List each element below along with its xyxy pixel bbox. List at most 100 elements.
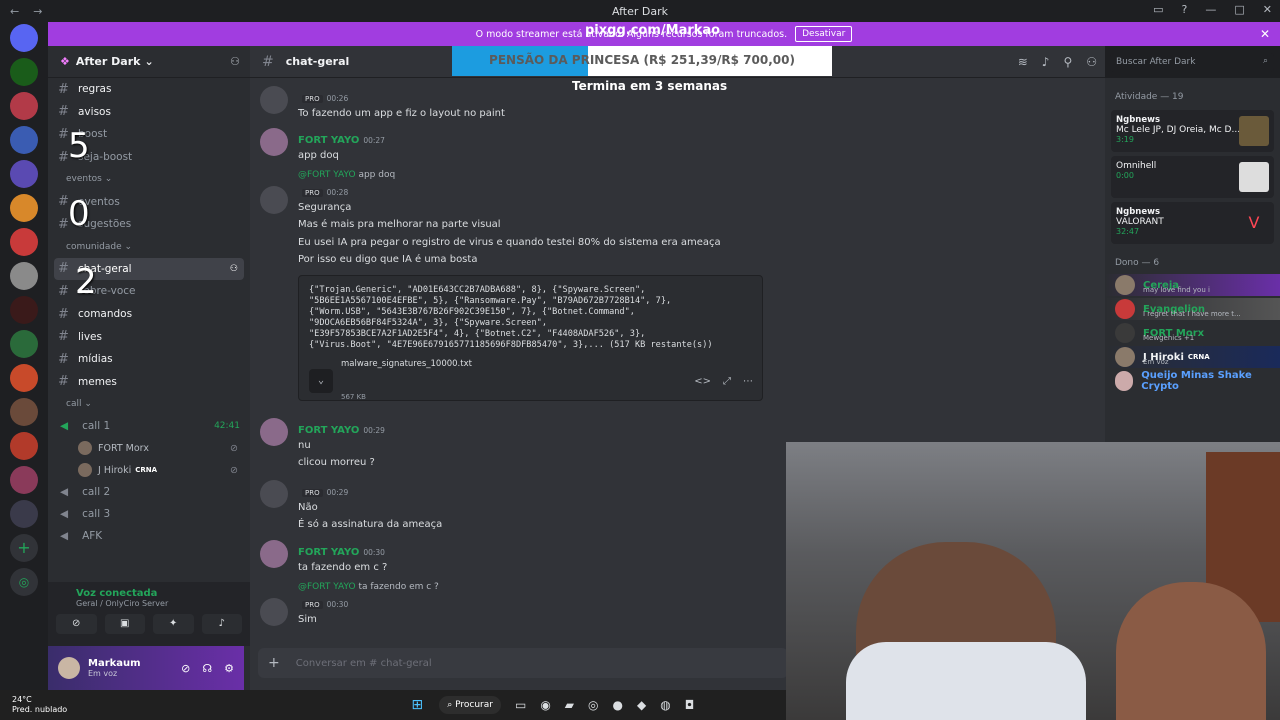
inbox-icon[interactable]: ▭ bbox=[1153, 3, 1163, 16]
username[interactable]: FORT YAYO bbox=[298, 135, 359, 146]
member-item[interactable]: Evangelion I regret that I have more t... bbox=[1105, 298, 1280, 320]
voice-channel-call-1[interactable]: ◀ call 1 42:41 bbox=[48, 415, 250, 437]
category-eventos[interactable]: eventos ⌄ bbox=[48, 168, 250, 190]
discord-icon[interactable]: ◆ bbox=[637, 698, 646, 712]
avatar[interactable] bbox=[260, 540, 288, 568]
reply-reference[interactable]: @FORT YAYO ta fazendo em c ? bbox=[298, 582, 439, 592]
file-name[interactable]: malware_signatures_10000.txt bbox=[341, 359, 472, 370]
taskbar-search[interactable]: ⌕ Procurar bbox=[439, 696, 501, 714]
avatar[interactable] bbox=[260, 480, 288, 508]
reply-reference[interactable]: @FORT YAYO app doq bbox=[298, 170, 721, 180]
server-icon[interactable] bbox=[10, 262, 38, 290]
avatar[interactable] bbox=[260, 598, 288, 626]
category-comunidade[interactable]: comunidade ⌄ bbox=[48, 236, 250, 258]
add-member-icon[interactable]: ⚇ bbox=[230, 264, 238, 274]
server-header[interactable]: ❖ After Dark ⌄ ⚇ bbox=[48, 46, 250, 78]
soundboard-icon[interactable]: ♪ bbox=[201, 614, 242, 634]
help-icon[interactable]: ? bbox=[1182, 3, 1188, 16]
instagram-icon[interactable]: ◘ bbox=[685, 698, 695, 712]
headset-icon[interactable]: ☊ bbox=[202, 662, 212, 675]
activity-card[interactable]: Omnihell 0:00 bbox=[1111, 156, 1274, 198]
fullscreen-icon[interactable]: ⤢ bbox=[723, 376, 731, 387]
discover-icon[interactable]: ◎ bbox=[10, 568, 38, 596]
message-input[interactable]: + Conversar em # chat-geral bbox=[258, 648, 788, 678]
voice-channel-call-3[interactable]: ◀ call 3 bbox=[48, 503, 250, 525]
threads-icon[interactable]: ≋ bbox=[1018, 55, 1028, 69]
mute-icon[interactable]: ⊘ bbox=[181, 662, 190, 675]
code-icon[interactable]: <> bbox=[694, 376, 711, 387]
pin-icon[interactable]: ⚲ bbox=[1063, 55, 1072, 69]
member-item[interactable]: Queijo Minas Shake Crypto bbox=[1105, 370, 1280, 392]
activities-icon[interactable]: ✦ bbox=[153, 614, 194, 634]
expand-icon[interactable]: ⌄ bbox=[309, 369, 333, 393]
member-item[interactable]: Cereja may love find you i bbox=[1105, 274, 1280, 296]
channel-regras[interactable]: # regras bbox=[48, 78, 250, 101]
server-icon[interactable] bbox=[10, 364, 38, 392]
channel-avisos[interactable]: # avisos bbox=[48, 101, 250, 124]
more-icon[interactable]: ⋯ bbox=[743, 376, 753, 387]
add-server-icon[interactable]: + bbox=[10, 534, 38, 562]
hash-icon: # bbox=[262, 53, 274, 70]
channel-memes[interactable]: # memes bbox=[48, 371, 250, 394]
server-icon[interactable] bbox=[10, 500, 38, 528]
username[interactable]: FORT YAYO bbox=[298, 425, 359, 436]
overlay-number: 5 bbox=[68, 126, 90, 166]
pro-badge: PRO bbox=[302, 601, 323, 609]
member-item[interactable]: FORT Morx Mewgenics +1 bbox=[1105, 322, 1280, 344]
chrome-icon[interactable]: ◍ bbox=[660, 698, 670, 712]
minimize-icon[interactable]: — bbox=[1205, 3, 1216, 16]
home-icon[interactable] bbox=[10, 24, 38, 52]
server-icon[interactable] bbox=[10, 58, 38, 86]
avatar[interactable] bbox=[260, 86, 288, 114]
server-icon[interactable] bbox=[10, 296, 38, 324]
activity-card[interactable]: Ngbnews Mc Lele JP, DJ Oreia, Mc D... 3:… bbox=[1111, 110, 1274, 152]
username[interactable]: FORT YAYO bbox=[298, 547, 359, 558]
members-icon[interactable]: ⚇ bbox=[1086, 55, 1097, 69]
avatar[interactable] bbox=[260, 128, 288, 156]
weather-widget[interactable]: 24°C Pred. nublado bbox=[12, 695, 67, 715]
hash-icon: # bbox=[58, 329, 69, 345]
category-call[interactable]: call ⌄ bbox=[48, 393, 250, 415]
github-icon[interactable]: ● bbox=[613, 698, 623, 712]
close-banner-icon[interactable]: ✕ bbox=[1260, 27, 1270, 41]
member-item[interactable]: J Hiroki CRNA Em voz bbox=[1105, 346, 1280, 368]
channel-lives[interactable]: # lives bbox=[48, 325, 250, 348]
folder-icon[interactable]: ▰ bbox=[565, 698, 574, 712]
server-icon[interactable] bbox=[10, 92, 38, 120]
settings-icon[interactable]: ⚙ bbox=[224, 662, 234, 675]
voice-connection-panel: Voz conectada Geral / OnlyCiro Server ⊘ … bbox=[48, 582, 250, 646]
server-icon[interactable] bbox=[10, 432, 38, 460]
voice-channel-afk[interactable]: ◀ AFK bbox=[48, 525, 250, 547]
channel-midias[interactable]: # mídias bbox=[48, 348, 250, 371]
add-attachment-icon[interactable]: + bbox=[268, 655, 280, 671]
whatsapp-icon[interactable]: ◉ bbox=[540, 698, 550, 712]
steam-icon[interactable]: ◎ bbox=[588, 698, 598, 712]
user-status: Em voz bbox=[88, 669, 118, 678]
start-icon[interactable]: ⊞ bbox=[407, 695, 427, 715]
invite-icon[interactable]: ⚇ bbox=[230, 55, 240, 68]
server-icon[interactable] bbox=[10, 194, 38, 222]
channel-comandos[interactable]: # comandos bbox=[48, 303, 250, 326]
server-icon[interactable] bbox=[10, 466, 38, 494]
avatar[interactable] bbox=[260, 186, 288, 214]
activity-card[interactable]: Ngbnews VALORANT 32:47 V bbox=[1111, 202, 1274, 244]
disable-streamer-button[interactable]: Desativar bbox=[795, 26, 853, 42]
server-icon[interactable] bbox=[10, 228, 38, 256]
close-window-icon[interactable]: ✕ bbox=[1263, 3, 1272, 16]
task-view-icon[interactable]: ▭ bbox=[515, 698, 526, 712]
notification-icon[interactable]: ♪ bbox=[1042, 55, 1050, 69]
avatar[interactable] bbox=[260, 418, 288, 446]
voice-location[interactable]: Geral / OnlyCiro Server bbox=[76, 599, 242, 608]
voice-user[interactable]: FORT Morx ⊘ bbox=[48, 437, 250, 459]
camera-off-icon[interactable]: ⊘ bbox=[56, 614, 97, 634]
avatar[interactable] bbox=[58, 657, 80, 679]
server-icon[interactable] bbox=[10, 398, 38, 426]
voice-user[interactable]: J Hiroki CRNA ⊘ bbox=[48, 459, 250, 481]
voice-channel-call-2[interactable]: ◀ call 2 bbox=[48, 481, 250, 503]
server-icon[interactable] bbox=[10, 330, 38, 358]
search-input[interactable]: Buscar After Dark ⌕ bbox=[1110, 53, 1274, 72]
server-icon[interactable] bbox=[10, 160, 38, 188]
server-icon[interactable] bbox=[10, 126, 38, 154]
screen-share-icon[interactable]: ▣ bbox=[104, 614, 145, 634]
maximize-icon[interactable]: □ bbox=[1234, 3, 1244, 16]
